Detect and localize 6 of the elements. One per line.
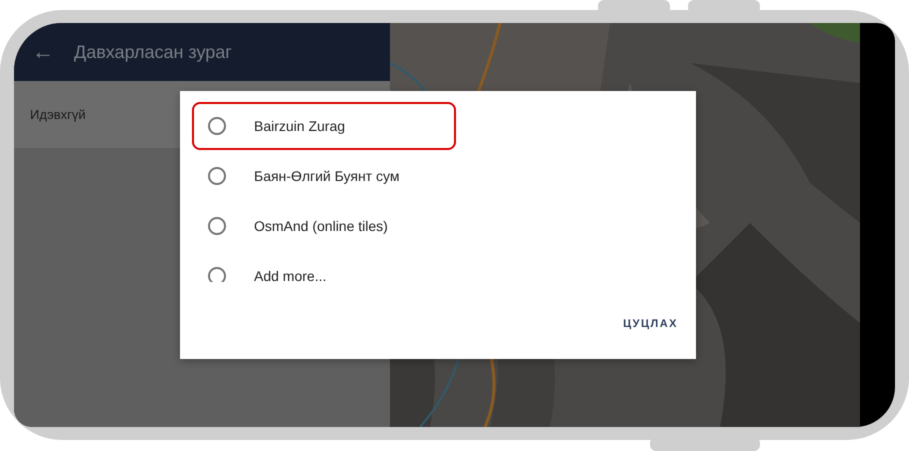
screen-title: Давхарласан зураг [74, 42, 232, 62]
option-label: Add more... [254, 268, 326, 282]
option-label: Баян-Өлгий Буянт сум [254, 168, 400, 184]
setting-label: Идэвхгүй [30, 107, 86, 122]
option-label: Bairzuin Zurag [254, 118, 346, 134]
option-label: OsmAnd (online tiles) [254, 218, 388, 234]
